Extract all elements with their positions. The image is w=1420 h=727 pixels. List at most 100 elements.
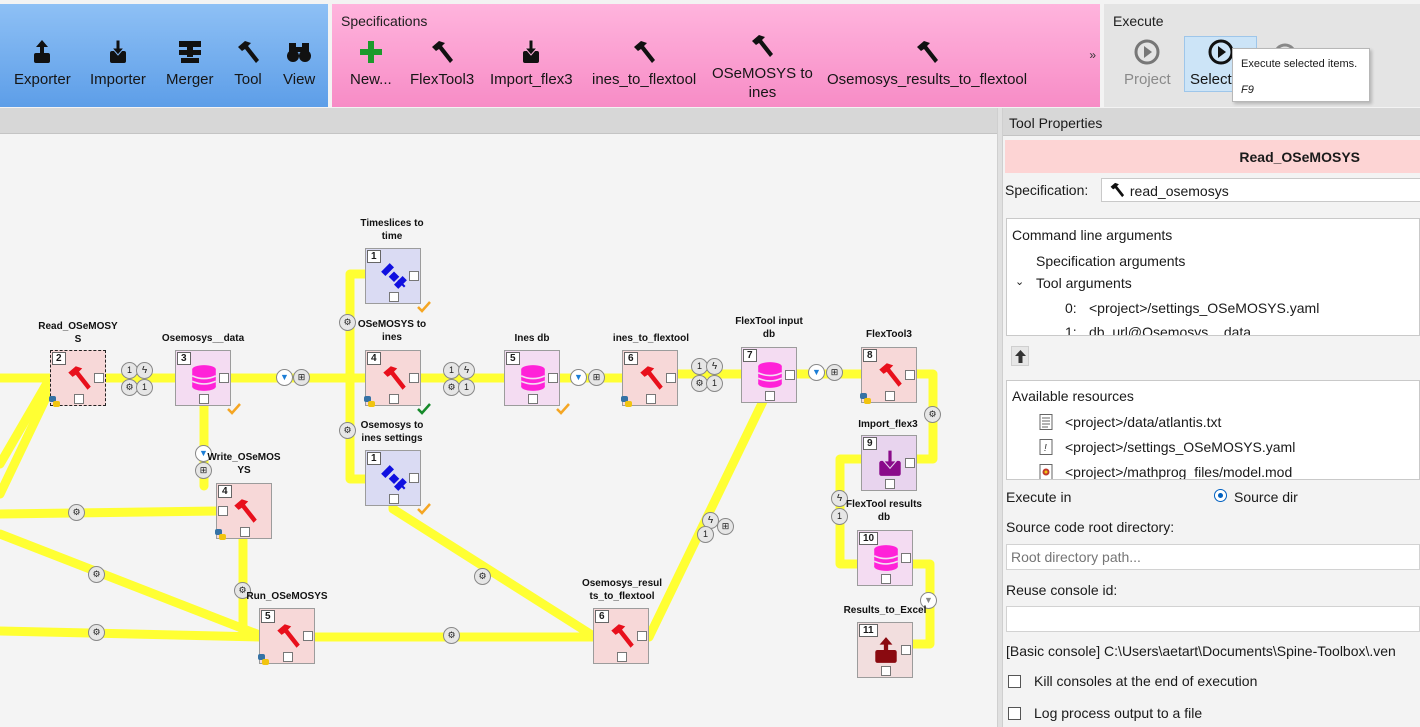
source-dir-radio[interactable] <box>1214 489 1227 502</box>
new-spec-button[interactable]: New... <box>350 38 392 89</box>
check-icon <box>417 301 431 313</box>
specification-value: read_osemosys <box>1129 183 1229 199</box>
importer-button[interactable]: Importer <box>90 38 146 89</box>
available-resources-list[interactable]: Available resources <project>/data/atlan… <box>1006 380 1420 480</box>
node-label-flextool-results-db: FlexTool results db <box>846 499 922 523</box>
node-run-osemosys[interactable]: 5 <box>258 608 315 665</box>
view-button[interactable]: View <box>283 38 315 89</box>
link-badge: ⊞ <box>717 518 734 535</box>
node-ines-to-flextool[interactable]: 6 <box>621 350 678 407</box>
exporter-button[interactable]: Exporter <box>14 38 71 89</box>
node-flextool-input-db[interactable]: 7 <box>741 347 797 403</box>
python-icon <box>49 396 60 407</box>
node-import-flex3[interactable]: 9 <box>861 435 917 491</box>
hammer-icon <box>917 41 939 63</box>
text-file-icon <box>1039 414 1053 430</box>
resource-item[interactable]: ! <project>/settings_OSeMOSYS.yaml <box>1039 439 1295 455</box>
node-label-osemosys-to-ines: OSeMOSYS to ines <box>357 319 427 343</box>
link-badge: ⚙ <box>443 627 460 644</box>
node-results-to-excel[interactable]: 11 <box>857 622 913 678</box>
tool-properties-panel: Tool Properties Read_OSeMOSYS Specificat… <box>1003 108 1420 727</box>
link-badge: ⚙ <box>68 504 85 521</box>
node-ines-db[interactable]: 5 <box>504 350 570 415</box>
hammer-icon <box>234 499 257 523</box>
node-label-timeslices: Timeslices to time <box>360 218 424 242</box>
link-badge: 1 <box>697 526 714 543</box>
link-badge: ⚙ <box>474 568 491 585</box>
database-icon <box>191 365 217 391</box>
ines-to-flextool-spec-label: ines_to_flextool <box>592 71 697 88</box>
flextool3-spec-button[interactable]: FlexTool3 <box>410 38 474 89</box>
add-argument-button[interactable] <box>1011 346 1029 366</box>
warning-file-icon: ! <box>1039 439 1053 455</box>
python-icon <box>621 396 632 407</box>
check-icon <box>556 403 570 415</box>
node-flextool3[interactable]: 8 <box>860 347 917 404</box>
toolbar-main-group: Exporter Importer Merger Tool View <box>0 4 328 107</box>
node-timeslices[interactable]: 1 <box>365 248 431 313</box>
args-title: Command line arguments <box>1012 227 1173 243</box>
link-badge-lightning: ϟ <box>706 358 723 375</box>
more-specs-chevron[interactable]: » <box>1089 48 1096 62</box>
osemosys-results-spec-button[interactable]: Osemosys_results_to_flextool <box>827 38 1027 89</box>
tool-arg-index: 0: <box>1065 300 1077 316</box>
tool-button[interactable]: Tool <box>234 38 262 89</box>
reuse-console-input[interactable] <box>1006 606 1420 632</box>
link-badge: 1 <box>136 379 153 396</box>
root-dir-input[interactable] <box>1006 544 1420 570</box>
resource-item[interactable]: <project>/mathprog_files/model.mod <box>1039 464 1292 479</box>
play-icon <box>1134 39 1160 65</box>
import-flex3-spec-button[interactable]: Import_flex3 <box>490 38 573 89</box>
source-dir-label: Source dir <box>1234 489 1298 505</box>
node-flextool-results-db[interactable]: 10 <box>857 530 913 586</box>
execute-project-button[interactable]: Project <box>1124 38 1171 89</box>
ines-to-flextool-spec-button[interactable]: ines_to_flextool <box>592 38 696 89</box>
basic-console-label: [Basic console] C:\Users\aetart\Document… <box>1006 643 1396 659</box>
tool-label: Tool <box>234 71 262 88</box>
node-label-import-flex3: Import_flex3 <box>858 419 918 430</box>
tool-arg-value[interactable]: db_url@Osemosys__data <box>1089 324 1251 335</box>
design-view-canvas[interactable]: 1 ϟ ⚙ 1 ▼ ⊞ 1 ϟ ⚙ 1 ▼ ⊞ 1 ϟ ⚙ 1 ▼ ⊞ ▼ ⊞ … <box>0 134 997 727</box>
tool-arg-value[interactable]: <project>/settings_OSeMOSYS.yaml <box>1089 300 1319 316</box>
chevron-down-icon[interactable]: ⌄ <box>1015 275 1024 288</box>
node-label-osemosys-data: Osemosys__data <box>161 333 245 344</box>
node-write-osemosys[interactable]: 4 <box>215 483 272 540</box>
node-osemosys-to-ines[interactable]: 4 <box>364 350 431 415</box>
node-read-osemosys[interactable]: 2 <box>49 350 106 407</box>
hammer-icon <box>611 624 634 648</box>
svg-text:!: ! <box>1044 443 1047 454</box>
node-osemosys-results-to-flextool[interactable]: 6 <box>593 608 649 664</box>
node-label-ines-to-flextool: ines_to_flextool <box>612 333 690 344</box>
filter-badge: ▼ <box>808 364 825 381</box>
python-icon <box>215 529 226 540</box>
resources-title: Available resources <box>1012 388 1134 404</box>
resource-item[interactable]: <project>/data/atlantis.txt <box>1039 414 1221 430</box>
kill-consoles-checkbox[interactable] <box>1008 675 1021 688</box>
tooltip-shortcut: F9 <box>1241 84 1254 96</box>
command-line-args-tree[interactable]: Command line arguments Specification arg… <box>1006 218 1420 336</box>
spec-args-item[interactable]: Specification arguments <box>1036 253 1185 269</box>
specification-combobox[interactable]: read_osemosys <box>1101 178 1420 202</box>
merger-icon <box>178 41 201 63</box>
importer-icon <box>109 39 126 63</box>
osemosys-to-ines-spec-button[interactable]: OSeMOSYS to ines <box>712 32 813 102</box>
node-osemosys-data[interactable]: 3 <box>175 350 241 415</box>
model-file-icon <box>1039 464 1053 479</box>
importer-icon <box>523 39 540 63</box>
importer-icon <box>879 449 901 476</box>
python-icon <box>364 396 375 407</box>
filter-badge: ▼ <box>276 369 293 386</box>
flextool3-spec-label: FlexTool3 <box>410 71 475 88</box>
log-output-checkbox[interactable] <box>1008 707 1021 720</box>
link-badge: 1 <box>706 375 723 392</box>
merger-button[interactable]: Merger <box>166 38 214 89</box>
execute-in-label: Execute in <box>1006 489 1072 505</box>
python-icon <box>860 393 871 404</box>
hammer-icon <box>752 35 774 57</box>
check-icon <box>227 403 241 415</box>
new-spec-label: New... <box>350 71 392 88</box>
reuse-console-label: Reuse console id: <box>1006 582 1118 598</box>
node-ines-settings[interactable]: 1 <box>365 450 431 515</box>
link-badge: ⚙ <box>88 624 105 641</box>
tool-args-item[interactable]: Tool arguments <box>1036 275 1132 291</box>
